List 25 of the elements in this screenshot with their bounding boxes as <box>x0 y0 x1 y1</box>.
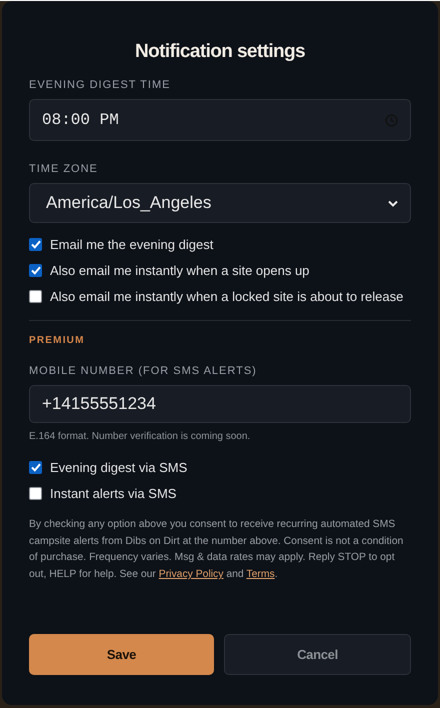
field-label: EVENING DIGEST TIME <box>29 79 170 91</box>
time-field[interactable]: 08:00 PM <box>29 99 411 141</box>
checkbox[interactable] <box>29 487 42 500</box>
checkbox[interactable] <box>29 461 42 474</box>
section-heading: PREMIUM <box>29 335 85 346</box>
field-label: TIME ZONE <box>29 163 98 175</box>
checkbox-label[interactable]: Email me the evening digest <box>50 237 214 252</box>
cancel-button[interactable]: Cancel <box>224 634 411 675</box>
helper-text: E.164 format. Number verification is coming soon. <box>29 431 250 442</box>
consent-text: By checking any option above you consent to receive recurring automated SMS campsite alerts from Dibs on Dirt at the number above. Consent is not a condition of purchase. Frequency varies. Msg & data rates may apply. Reply STOP to opt out, HELP for help. See our Privacy Policy and Terms. <box>29 518 404 582</box>
chevron-down-icon <box>388 200 398 206</box>
checkbox-label[interactable]: Instant alerts via SMS <box>50 486 176 501</box>
link[interactable]: Privacy Policy <box>158 569 224 580</box>
checkbox[interactable] <box>29 238 42 251</box>
save-button[interactable]: Save <box>29 634 214 675</box>
field-label: MOBILE NUMBER (FOR SMS ALERTS) <box>29 365 257 377</box>
checkbox-label[interactable]: Evening digest via SMS <box>50 460 188 475</box>
checkbox-label[interactable]: Also email me instantly when a site opens up <box>50 263 310 278</box>
checkbox[interactable] <box>29 264 42 277</box>
checkbox-label[interactable]: Also email me instantly when a locked site is about to release <box>50 289 404 304</box>
phone-input[interactable]: +14155551234 <box>29 385 411 423</box>
link[interactable]: Terms <box>246 569 275 580</box>
checkbox[interactable] <box>29 290 42 303</box>
dialog-title: Notification settings <box>134 41 305 63</box>
timezone-select[interactable]: America/Los_Angeles <box>29 183 411 223</box>
